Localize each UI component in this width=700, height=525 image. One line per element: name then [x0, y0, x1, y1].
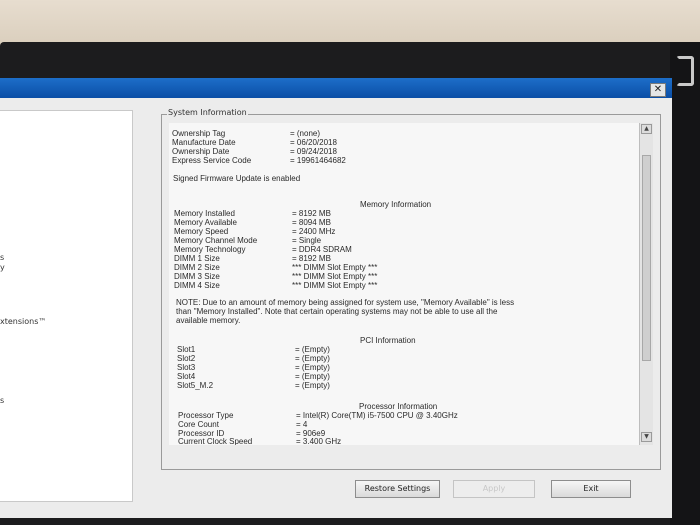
scroll-thumb[interactable] [642, 155, 651, 361]
settings-tree-panel: s y xtensions™ s [0, 110, 133, 502]
memory-note-line: than "Memory Installed". Note that certa… [176, 307, 498, 316]
signed-firmware-text: Signed Firmware Update is enabled [173, 174, 301, 183]
settings-tree-item[interactable]: y [0, 263, 5, 272]
info-label: DIMM 1 Size [174, 254, 220, 263]
settings-tree-item[interactable]: s [0, 396, 4, 405]
apply-button[interactable]: Apply [453, 480, 535, 498]
info-value: = 8192 MB [292, 209, 331, 218]
processor-heading: Processor Information [359, 402, 438, 411]
info-value: = Single [292, 236, 322, 245]
info-label: DIMM 3 Size [174, 272, 220, 281]
system-information-text: Ownership Tag = (none) Manufacture Date … [169, 123, 639, 445]
info-value: = (Empty) [295, 381, 330, 390]
info-value: = 06/20/2018 [290, 138, 337, 147]
restore-settings-button[interactable]: Restore Settings [355, 480, 440, 498]
group-title: System Information [167, 108, 248, 117]
monitor-bezel-right [670, 42, 700, 525]
info-value: = 8094 MB [292, 218, 331, 227]
info-value: = 09/24/2018 [290, 147, 337, 156]
memory-note-line: NOTE: Due to an amount of memory being a… [176, 298, 515, 307]
info-label: Memory Installed [174, 209, 235, 218]
memory-note-line: available memory. [176, 316, 241, 325]
info-value: = Intel(R) Core(TM) i5-7500 CPU @ 3.40GH… [296, 411, 458, 420]
memory-heading: Memory Information [360, 200, 432, 209]
pci-heading: PCI Information [360, 336, 416, 345]
info-label: Express Service Code [172, 156, 252, 165]
info-value: = (Empty) [295, 363, 330, 372]
bios-screen: ✕ s y xtensions™ s System Information Ow… [0, 78, 672, 518]
info-value: = (Empty) [295, 372, 330, 381]
info-value: = DDR4 SDRAM [292, 245, 352, 254]
info-value: = 19961464682 [290, 156, 346, 165]
info-label: Memory Available [174, 218, 237, 227]
info-value: = (none) [290, 129, 321, 138]
info-value: = 2400 MHz [292, 227, 336, 236]
info-value: = 3.400 GHz [296, 437, 342, 445]
info-scrollbar[interactable]: ▲ ▼ [639, 123, 653, 445]
info-label: Slot3 [177, 363, 196, 372]
info-value: = (Empty) [295, 354, 330, 363]
monitor-mount-bracket [676, 56, 694, 86]
close-button[interactable]: ✕ [650, 83, 666, 97]
info-value: = 4 [296, 420, 308, 429]
info-value: *** DIMM Slot Empty *** [292, 263, 378, 272]
window-content: s y xtensions™ s System Information Owne… [0, 98, 672, 518]
info-label: Slot2 [177, 354, 196, 363]
info-label: Manufacture Date [172, 138, 236, 147]
info-label: DIMM 4 Size [174, 281, 220, 290]
info-value: *** DIMM Slot Empty *** [292, 272, 378, 281]
info-value: = (Empty) [295, 345, 330, 354]
info-label: DIMM 2 Size [174, 263, 220, 272]
exit-button[interactable]: Exit [551, 480, 631, 498]
info-value: = 8192 MB [292, 254, 331, 263]
scroll-down-arrow-icon[interactable]: ▼ [641, 432, 652, 442]
info-label: Ownership Date [172, 147, 230, 156]
info-value: *** DIMM Slot Empty *** [292, 281, 378, 290]
settings-tree-item[interactable]: s [0, 253, 4, 262]
info-label: Ownership Tag [172, 129, 226, 138]
settings-tree-item[interactable]: xtensions™ [0, 317, 46, 326]
info-label: Memory Channel Mode [174, 236, 258, 245]
info-label: Slot4 [177, 372, 196, 381]
info-label: Memory Technology [174, 245, 246, 254]
scroll-up-arrow-icon[interactable]: ▲ [641, 124, 652, 134]
info-label: Slot1 [177, 345, 196, 354]
info-label: Processor Type [178, 411, 234, 420]
info-label: Slot5_M.2 [177, 381, 214, 390]
window-titlebar: ✕ [0, 78, 672, 98]
info-label: Current Clock Speed [178, 437, 253, 445]
info-label: Memory Speed [174, 227, 229, 236]
info-label: Core Count [178, 420, 219, 429]
